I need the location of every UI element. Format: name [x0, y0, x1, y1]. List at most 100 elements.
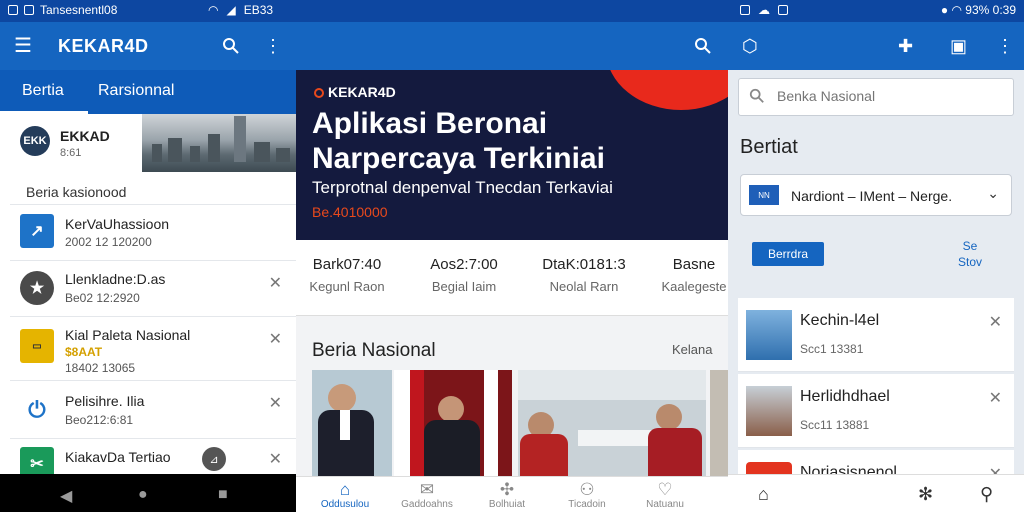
more-vert-icon[interactable]: ⋮	[996, 37, 1014, 55]
nav-mail[interactable]: ✉ Gaddoahns	[392, 481, 462, 511]
category-select[interactable]: NN Nardiont – IMent – Nerge. ⌄	[740, 174, 1012, 216]
home-icon: ⌂	[339, 480, 351, 499]
close-icon[interactable]: ✕	[989, 388, 1002, 408]
middle-panel: KEKAR4D Aplikasi Beronai Narpercaya Terk…	[296, 70, 728, 512]
recents-icon[interactable]: ■	[218, 486, 228, 504]
signal-icon: ◢	[226, 3, 236, 17]
list-item[interactable]: Kechin-l4el Scc1 13381 ✕	[738, 298, 1014, 372]
nav-group[interactable]: ⚇ Ticadoin	[552, 480, 622, 511]
heart-icon: ♡	[657, 480, 673, 499]
search-input[interactable]	[777, 88, 1007, 104]
app-bar-right: ⬡ ✚ ▣ ⋮	[728, 22, 1024, 70]
close-icon[interactable]: ✕	[989, 312, 1002, 332]
search-icon[interactable]	[222, 37, 240, 58]
profile-icon[interactable]: ⚲	[980, 484, 993, 505]
stat-value: DtaK:0181:3	[542, 256, 626, 273]
nav-label: Gaddoahns	[401, 499, 453, 510]
hero-card[interactable]: EKK EKKAD 8:61	[10, 114, 296, 174]
nav-heart[interactable]: ♡ Natuanu	[630, 480, 700, 511]
wifi-icon: ◠	[951, 3, 962, 17]
news-photo[interactable]	[518, 370, 706, 476]
expand-icon: ✂	[20, 447, 54, 474]
list-item[interactable]: ⏻ Pelisihre. Ilia Beo212:6:81 ✕	[10, 380, 296, 438]
status-left: Tansesnentl08	[8, 3, 117, 17]
wrench-icon[interactable]: ✚	[898, 37, 913, 55]
fab-icon[interactable]: ⊿	[202, 447, 226, 471]
hero-name: EKKAD	[60, 128, 110, 144]
tab-bertia[interactable]: Bertia	[22, 82, 64, 100]
arrow-icon: ↗	[20, 214, 54, 248]
list-item-date: Scc1 13381	[800, 342, 864, 356]
search-icon	[749, 88, 765, 109]
stat-label: Kegunl Raon	[309, 279, 385, 294]
home-icon[interactable]: ⌂	[758, 484, 769, 505]
home-icon[interactable]: ●	[138, 486, 148, 504]
nav-label: Natuanu	[646, 499, 684, 510]
nav-label: Ticadoin	[568, 499, 606, 510]
close-icon[interactable]: ✕	[269, 273, 282, 293]
berita-button[interactable]: Berrdra	[752, 242, 824, 266]
location-icon: ●	[940, 3, 949, 17]
list-item-date: 18402 13065	[65, 361, 136, 375]
menu-icon[interactable]: ☰	[14, 36, 32, 56]
back-icon[interactable]: ◀	[60, 486, 72, 506]
shield-icon[interactable]: ⬡	[742, 37, 758, 55]
group-icon: ⚇	[579, 480, 595, 499]
banner-brand: KEKAR4D	[314, 84, 396, 100]
notification-icon	[24, 5, 34, 15]
battery-percent: 93%	[965, 3, 990, 17]
list-item-badge: $8AAT	[65, 345, 103, 359]
stat-item: Aos2:7:00 Begial Iaim	[414, 256, 514, 294]
stat-value: Basne	[672, 256, 716, 273]
system-nav-bar: ◀ ● ■	[0, 474, 296, 512]
banner-subhead: Terprotnal denpenval Tnecdan Terkaviai	[312, 178, 613, 197]
nav-puzzle[interactable]: ✣ Bolhuiat	[472, 480, 542, 511]
list-item-title: KerVaUhassioon	[65, 216, 170, 232]
brand-logo: EKK	[20, 126, 50, 156]
puzzle-icon: ✣	[499, 480, 515, 499]
banner-tagline: Be.4010000	[312, 204, 388, 220]
news-photo[interactable]	[710, 370, 728, 476]
news-photo[interactable]	[312, 370, 392, 476]
news-photo[interactable]	[394, 370, 512, 476]
list-item-title: Herlidhdhael	[800, 388, 890, 405]
apps-icon[interactable]: ✻	[918, 484, 933, 505]
list-item[interactable]: Herlidhdhael Scc11 13881 ✕	[738, 374, 1014, 448]
notification-icon	[778, 5, 788, 15]
app-title: KEKAR4D	[58, 36, 149, 56]
search-bar[interactable]	[738, 78, 1014, 116]
left-panel: Bertia Rarsionnal EKK EKKAD 8:61 Beria k…	[0, 70, 296, 474]
star-icon: ★	[20, 271, 54, 305]
list-item[interactable]: ↗ KerVaUhassioon 2002 12 120200	[10, 204, 296, 260]
close-icon[interactable]: ✕	[269, 393, 282, 413]
select-value: Nardiont – IMent – Nerge.	[791, 188, 953, 204]
list-item[interactable]: ✂ KiakavDa Tertiao ⊿ ✕	[10, 438, 296, 474]
list-item-date: Scc11 13881	[800, 418, 870, 432]
status-mid: ◠ ◢ EB33	[208, 3, 273, 17]
image-icon	[740, 5, 750, 15]
list-item[interactable]: ★ Llenkladne:D.as Be02 12:2920 ✕	[10, 260, 296, 316]
close-icon[interactable]: ✕	[269, 329, 282, 349]
building-icon	[746, 386, 792, 436]
stat-item: Bark07:40 Kegunl Raon	[302, 256, 392, 294]
ticket-icon: ▭	[20, 329, 54, 363]
list-item-date: 2002 12 120200	[65, 235, 152, 249]
list-item-date: Be02 12:2920	[65, 291, 140, 305]
close-icon[interactable]: ✕	[269, 449, 282, 469]
more-vert-icon[interactable]: ⋮	[264, 37, 282, 55]
search-icon[interactable]	[694, 37, 712, 58]
app-bar-left: ☰ KEKAR4D ⋮	[0, 22, 296, 70]
list-item[interactable]: ▭ Kial Paleta Nasional $8AAT 18402 13065…	[10, 316, 296, 380]
side-link[interactable]: Se Stov	[958, 238, 982, 270]
tab-nasional[interactable]: Rarsionnal	[98, 82, 174, 100]
calendar-icon[interactable]: ▣	[950, 37, 967, 55]
section-more-link[interactable]: Kelana	[672, 342, 712, 357]
hero-banner[interactable]: KEKAR4D Aplikasi Beronai Narpercaya Terk…	[296, 70, 728, 240]
cloud-icon: ☁	[758, 3, 770, 17]
nav-home[interactable]: ⌂ Oddusulou	[310, 480, 380, 511]
status-left-text: Tansesnentl08	[40, 3, 118, 17]
banner-headline-line-1: Aplikasi Beronai	[312, 107, 548, 140]
hero-sub: 8:61	[60, 147, 82, 159]
power-icon: ⏻	[20, 393, 54, 427]
section-title: Beria Nasional	[312, 340, 436, 361]
